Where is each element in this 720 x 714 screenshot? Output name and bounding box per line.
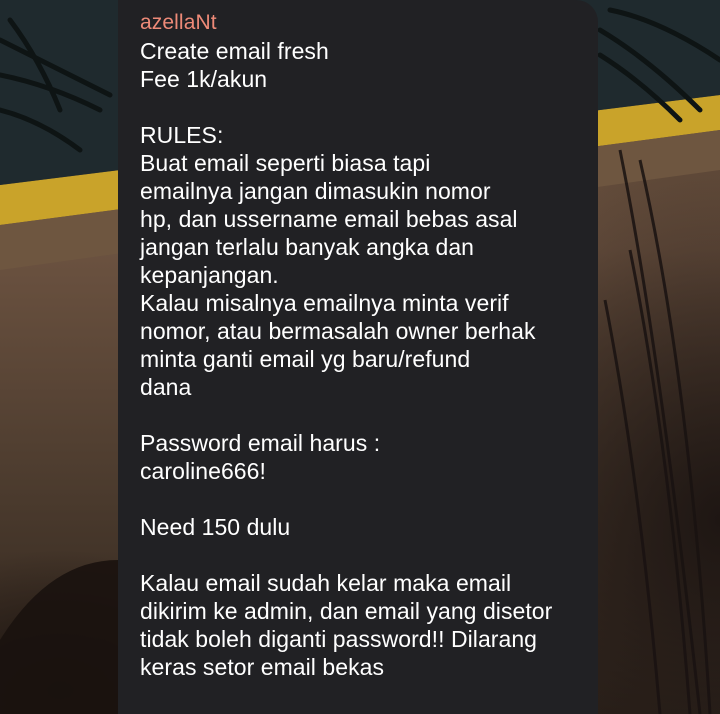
message-bubble[interactable]: azellaNt Create email fresh Fee 1k/akun …: [118, 0, 598, 714]
message-text: Create email fresh Fee 1k/akun RULES: Bu…: [140, 38, 553, 680]
sender-name[interactable]: azellaNt: [140, 9, 576, 37]
